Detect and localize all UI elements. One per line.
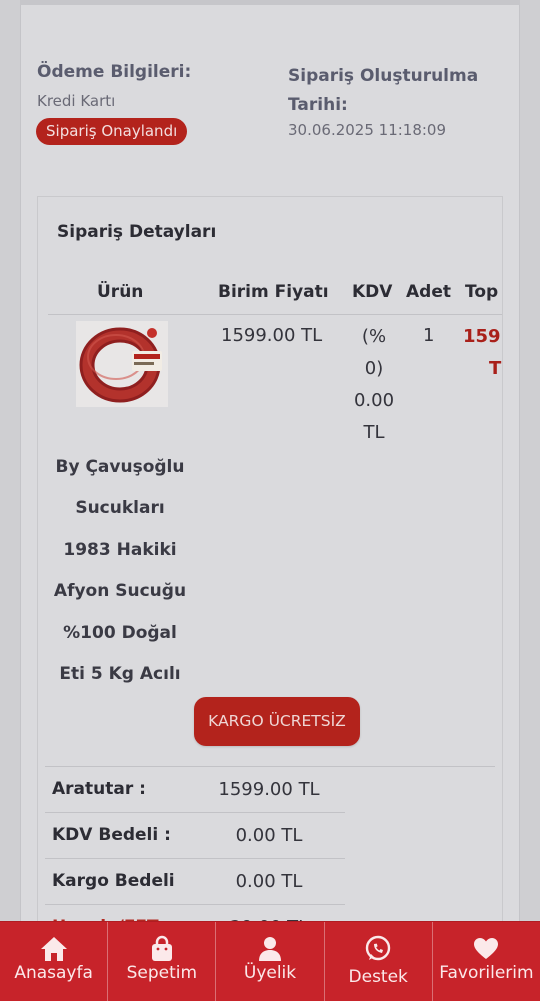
shopping-bag-icon — [151, 935, 172, 961]
summary-row-subtotal: Aratutar : 1599.00 TL — [45, 767, 345, 813]
vat-total-value: 0.00 TL — [235, 825, 303, 846]
nav-support-label: Destek — [348, 967, 408, 987]
order-created-title: Sipariş Oluşturulma Tarihi: — [288, 66, 479, 115]
vat-total-label: KDV Bedeli : — [52, 825, 171, 845]
nav-membership-label: Üyelik — [243, 963, 297, 983]
shipping-fee-label: Kargo Bedeli — [52, 871, 175, 891]
subtotal-label: Aratutar : — [52, 779, 146, 799]
order-details-title: Sipariş Detayları — [57, 222, 217, 242]
line-total-amount: 159 — [463, 326, 501, 347]
column-header-vat: KDV — [352, 282, 393, 302]
order-details-panel: Sipariş Detayları Ürün Birim Fiyatı KDV … — [37, 196, 503, 936]
vat-rate-close: 0) — [364, 358, 384, 379]
summary-row-vat: KDV Bedeli : 0.00 TL — [45, 813, 345, 859]
nav-membership[interactable]: Üyelik — [216, 922, 325, 1001]
page-left-margin — [0, 0, 20, 1001]
column-header-unit-price: Birim Fiyatı — [218, 282, 329, 302]
product-image[interactable] — [76, 321, 168, 407]
whatsapp-icon — [366, 935, 391, 961]
column-header-product: Ürün — [97, 282, 144, 302]
subtotal-value: 1599.00 TL — [218, 779, 320, 800]
vat-value: 0.00 — [353, 390, 395, 411]
order-created-date: 30.06.2025 11:18:09 — [288, 121, 447, 139]
payment-method: Kredi Kartı — [37, 92, 116, 110]
vat-amount: (% 0) 0.00 TL — [348, 321, 400, 449]
free-shipping-badge: KARGO ÜCRETSİZ — [194, 697, 360, 746]
unit-price: 1599.00 TL — [221, 325, 323, 346]
column-header-total: Top — [465, 282, 499, 302]
bottom-navigation: Anasayfa Sepetim Üyelik Destek Favoriler… — [0, 921, 540, 1001]
line-total-currency: T — [489, 358, 502, 379]
nav-support[interactable]: Destek — [325, 922, 433, 1001]
heart-icon — [474, 938, 499, 959]
nav-home[interactable]: Anasayfa — [0, 922, 109, 1001]
sausage-ring-image — [76, 321, 168, 407]
nav-home-label: Anasayfa — [14, 963, 93, 983]
order-status-badge: Sipariş Onaylandı — [36, 118, 188, 145]
shipping-fee-value: 0.00 TL — [235, 871, 303, 892]
nav-favorites[interactable]: Favorilerim — [433, 922, 540, 1001]
vat-rate-open: (% — [361, 326, 387, 347]
quantity: 1 — [423, 325, 435, 346]
vat-currency: TL — [363, 422, 385, 443]
page-right-margin — [520, 0, 540, 1001]
nav-cart[interactable]: Sepetim — [108, 922, 217, 1001]
line-total: 159 T — [463, 321, 502, 385]
nav-cart-label: Sepetim — [126, 963, 198, 983]
home-icon — [40, 937, 67, 961]
summary-row-shipping: Kargo Bedeli 0.00 TL — [45, 859, 345, 905]
column-header-quantity: Adet — [406, 282, 451, 302]
table-header-divider — [48, 314, 502, 315]
product-name[interactable]: By Çavuşoğlu Sucukları 1983 Hakiki Afyon… — [50, 447, 190, 695]
nav-favorites-label: Favorilerim — [439, 963, 534, 983]
user-icon — [259, 937, 281, 961]
payment-info-title: Ödeme Bilgileri: — [37, 62, 192, 82]
